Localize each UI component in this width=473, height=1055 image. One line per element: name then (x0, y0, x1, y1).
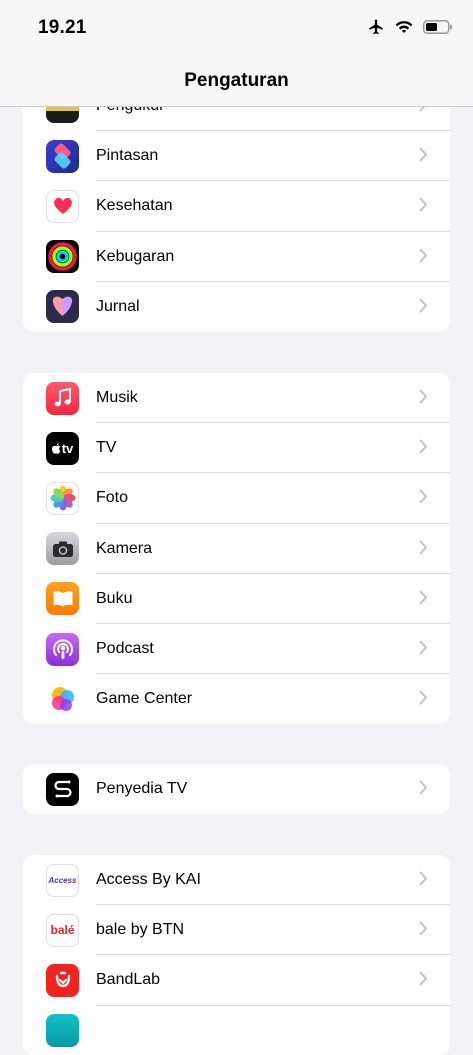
app-icon (46, 1014, 79, 1048)
chevron-right-icon (419, 197, 427, 212)
wifi-icon (395, 21, 413, 33)
settings-item-label: Pintasan (96, 147, 159, 165)
chevron-right-icon (419, 590, 427, 605)
chevron-right-icon (419, 248, 427, 263)
chevron-right-icon (419, 971, 427, 986)
settings-item-kesehatan[interactable]: Kesehatan (23, 181, 450, 232)
settings-item-label: Kesehatan (96, 197, 173, 215)
chevron-right-icon (419, 640, 427, 655)
status-bar: 19.21 (0, 0, 473, 56)
settings-item-access-by-kai[interactable]: Access Access By KAI (23, 855, 450, 906)
chevron-right-icon (419, 439, 427, 454)
settings-item-buku[interactable]: Buku (23, 574, 450, 624)
books-icon (46, 582, 79, 616)
settings-item-bandlab[interactable]: BandLab (23, 955, 450, 1006)
game-center-icon (46, 682, 79, 716)
battery-icon (423, 20, 452, 34)
settings-item-tv[interactable]: tv TV (23, 423, 450, 474)
settings-group-media: Musik tv TV Foto Kamera Buku Podcast Gam… (23, 373, 450, 725)
settings-item-kebugaran[interactable]: Kebugaran (23, 232, 450, 282)
settings-item-kamera[interactable]: Kamera (23, 524, 450, 574)
chevron-right-icon (419, 389, 427, 404)
camera-icon (46, 532, 79, 566)
settings-item-label: Foto (96, 489, 129, 507)
fitness-icon (46, 240, 79, 274)
settings-group-tv-provider: Penyedia TV (23, 764, 450, 815)
settings-item-penyedia-tv[interactable]: Penyedia TV (23, 764, 450, 814)
settings-item-podcast[interactable]: Podcast (23, 624, 450, 675)
tv-icon: tv (46, 431, 79, 465)
bale-icon-text: balé (50, 923, 75, 938)
page-title: Pengaturan (184, 70, 289, 91)
chevron-right-icon (419, 871, 427, 886)
photos-icon (46, 481, 79, 515)
settings-group-third-party-apps: Access Access By KAI balé bale by BTN Ba… (23, 855, 450, 1055)
settings-item-label: Podcast (96, 640, 154, 658)
status-icons (367, 18, 453, 36)
settings-item-label: Jurnal (96, 297, 140, 315)
settings-item-partial[interactable] (23, 1006, 450, 1055)
chevron-right-icon (419, 489, 427, 504)
settings-item-label: TV (96, 439, 117, 457)
settings-item-musik[interactable]: Musik (23, 373, 450, 424)
access-by-kai-icon-text: Access (48, 875, 77, 885)
shortcuts-icon (46, 139, 79, 173)
chevron-right-icon (419, 921, 427, 936)
bandlab-icon (46, 963, 79, 997)
settings-item-foto[interactable]: Foto (23, 473, 450, 524)
settings-item-pintasan[interactable]: Pintasan (23, 131, 450, 182)
settings-item-label: Access By KAI (96, 871, 201, 889)
settings-item-label: Game Center (96, 690, 193, 708)
airplane-mode-icon (369, 19, 383, 35)
chevron-right-icon (419, 690, 427, 705)
settings-item-label: Kebugaran (96, 247, 175, 265)
settings-item-label: Penyedia TV (96, 780, 188, 798)
chevron-right-icon (419, 298, 427, 313)
navigation-bar: Pengaturan (0, 56, 473, 107)
settings-item-jurnal[interactable]: Jurnal (23, 282, 450, 332)
status-time: 19.21 (38, 17, 87, 38)
chevron-right-icon (419, 540, 427, 555)
settings-item-label: BandLab (96, 971, 161, 989)
settings-item-label: Buku (96, 589, 133, 607)
health-icon (46, 189, 79, 223)
bale-icon: balé (46, 913, 79, 947)
settings-item-bale-by-btn[interactable]: balé bale by BTN (23, 905, 450, 956)
music-icon (46, 381, 79, 415)
journal-icon (46, 290, 79, 324)
access-by-kai-icon: Access (46, 863, 79, 897)
chevron-right-icon (419, 780, 427, 795)
settings-group-apps-1: Pengukur Pintasan Kesehatan Kebugaran (23, 81, 450, 332)
settings-item-label: Kamera (96, 539, 153, 557)
chevron-right-icon (419, 147, 427, 162)
settings-item-game-center[interactable]: Game Center (23, 674, 450, 724)
tv-icon-text: tv (61, 440, 74, 456)
podcast-icon (46, 632, 79, 666)
tv-provider-icon (46, 772, 79, 806)
settings-item-label: Musik (96, 389, 138, 407)
settings-item-label: bale by BTN (96, 921, 185, 939)
